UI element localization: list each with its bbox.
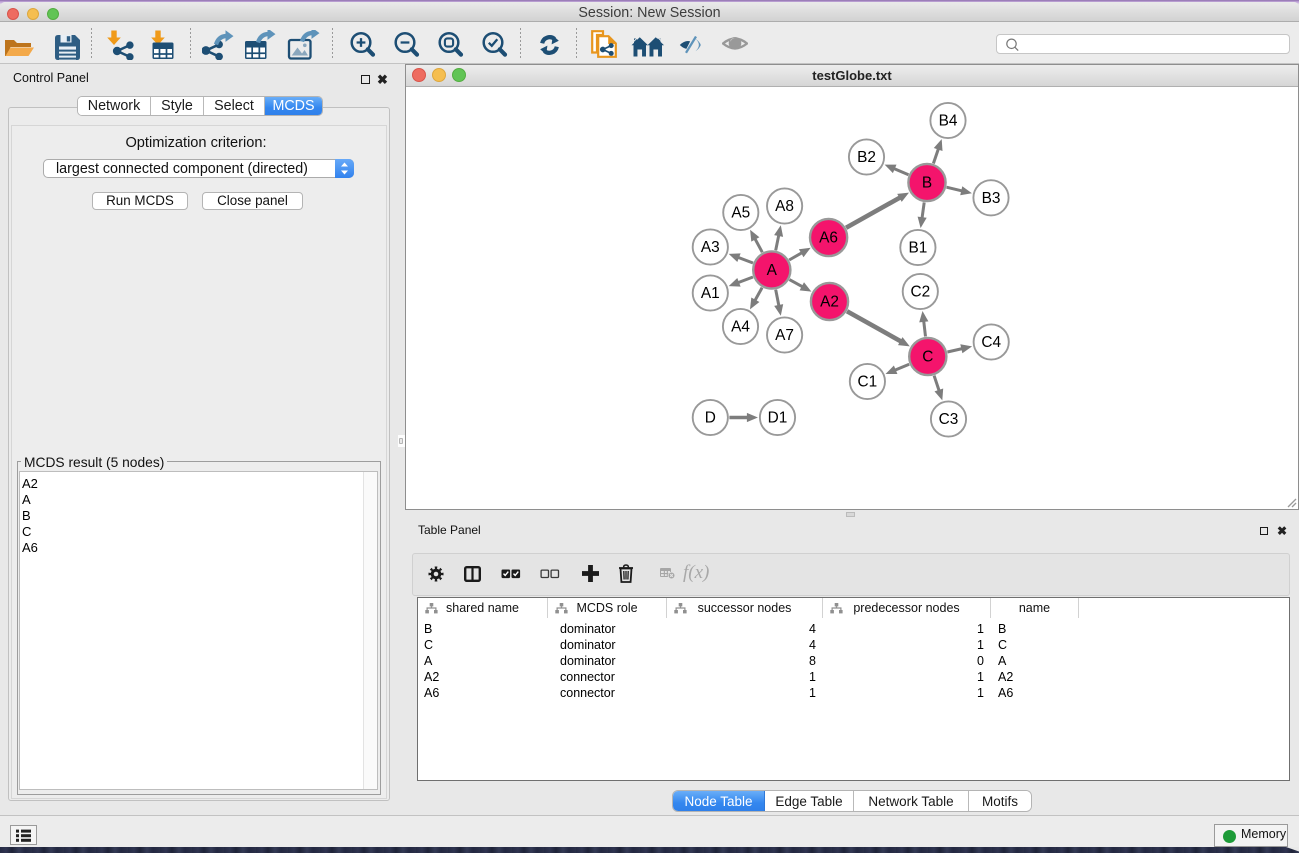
svg-text:A3: A3: [701, 239, 720, 256]
svg-text:B1: B1: [908, 240, 927, 257]
svg-text:A5: A5: [731, 205, 750, 222]
svg-text:C: C: [922, 349, 933, 366]
svg-text:C3: C3: [939, 411, 959, 428]
svg-text:A4: A4: [731, 319, 750, 336]
svg-text:C1: C1: [858, 374, 878, 391]
svg-text:A8: A8: [775, 198, 794, 215]
svg-text:B2: B2: [857, 149, 876, 166]
svg-text:A7: A7: [775, 327, 794, 344]
svg-text:C4: C4: [981, 334, 1001, 351]
svg-text:A1: A1: [701, 285, 720, 302]
svg-text:C2: C2: [910, 284, 930, 301]
svg-text:A: A: [767, 262, 778, 279]
svg-text:A6: A6: [819, 230, 838, 247]
svg-text:A2: A2: [820, 294, 839, 311]
svg-text:B3: B3: [982, 190, 1001, 207]
svg-text:D1: D1: [768, 410, 788, 427]
svg-text:B4: B4: [939, 113, 958, 130]
svg-text:D: D: [705, 410, 716, 427]
svg-text:B: B: [922, 175, 932, 192]
